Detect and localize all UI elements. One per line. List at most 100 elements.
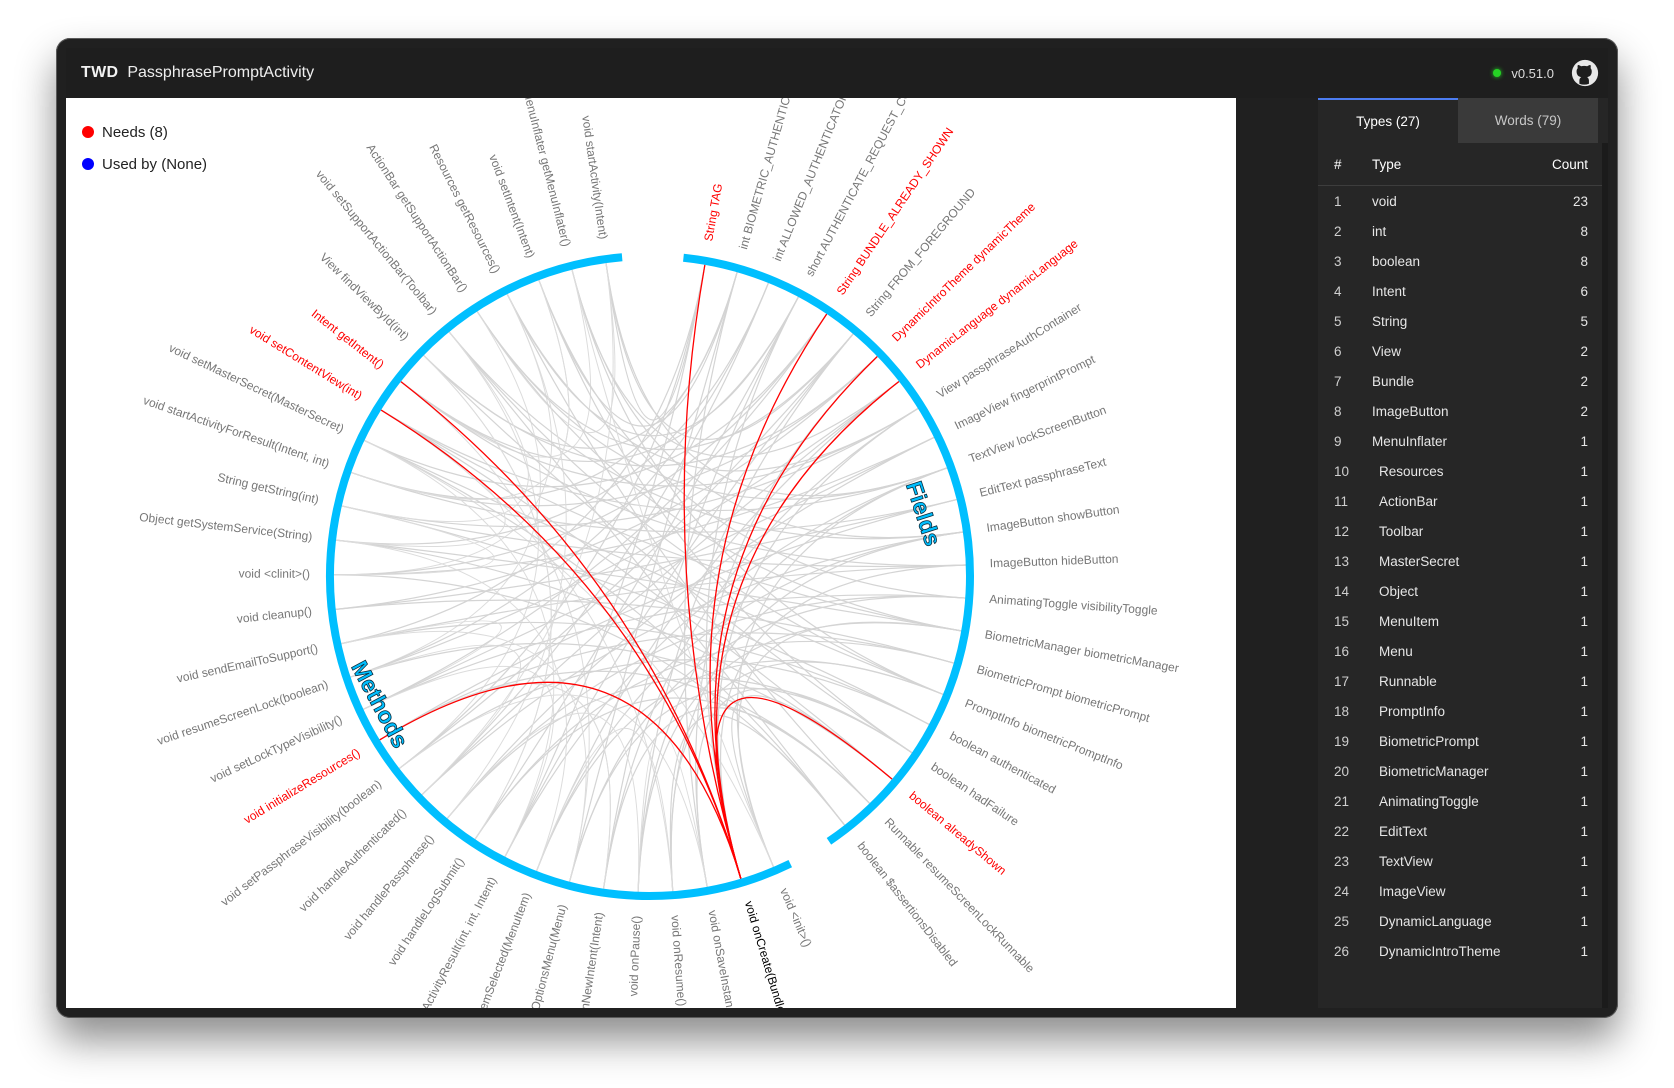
types-table-row[interactable]: 5 String 5 [1318, 306, 1608, 336]
types-table-row[interactable]: 11 ActionBar 1 [1318, 486, 1608, 516]
graph-node-label[interactable]: String FROM_FOREGROUND [863, 185, 979, 319]
row-number: 13 [1334, 553, 1350, 569]
dependency-edge [476, 311, 854, 451]
row-type: void [1372, 193, 1397, 209]
graph-node-label[interactable]: View passphraseAuthContainer [934, 300, 1084, 401]
graph-node-label[interactable]: void onPause() [626, 915, 643, 996]
row-number: 9 [1334, 433, 1342, 449]
types-table-row[interactable]: 10 Resources 1 [1318, 456, 1608, 486]
row-count: 1 [1580, 943, 1588, 959]
graph-node-label[interactable]: void setSupportActionBar(Toolbar) [313, 167, 440, 317]
row-type: BiometricManager [1379, 763, 1489, 779]
graph-node-label[interactable]: void <clinit>() [239, 567, 310, 581]
row-type: ImageView [1379, 883, 1446, 899]
graph-node-label[interactable]: void startActivity(Intent) [579, 115, 610, 240]
row-count: 1 [1580, 823, 1588, 839]
types-table-row[interactable]: 17 Runnable 1 [1318, 666, 1608, 696]
types-table-row[interactable]: 24 ImageView 1 [1318, 876, 1608, 906]
graph-node-label[interactable]: void onCreate(Bundle) [742, 899, 790, 1008]
graph-node-label[interactable]: BiometricManager biometricManager [984, 627, 1180, 675]
row-count: 1 [1580, 463, 1588, 479]
row-count: 1 [1580, 583, 1588, 599]
dependency-graph[interactable]: void startActivity(Intent)MenuInflater g… [66, 98, 1236, 1008]
row-type: Resources [1379, 463, 1444, 479]
row-number: 18 [1334, 703, 1350, 719]
graph-node-label[interactable]: ImageButton showButton [986, 502, 1121, 535]
row-type: Object [1379, 583, 1419, 599]
graph-node-label[interactable]: ImageButton hideButton [990, 552, 1119, 570]
graph-node-label[interactable]: boolean $assertionsDisabled [854, 839, 960, 969]
row-number: 14 [1334, 583, 1350, 599]
header-num[interactable]: # [1318, 157, 1372, 172]
header-type[interactable]: Type [1372, 157, 1528, 172]
tab-words[interactable]: Words (79) [1458, 98, 1598, 143]
dependency-edge [398, 264, 706, 769]
types-table-row[interactable]: 14 Object 1 [1318, 576, 1608, 606]
row-type: PromptInfo [1379, 703, 1446, 719]
row-number: 20 [1334, 763, 1350, 779]
dependency-edge [536, 728, 674, 892]
row-type: Intent [1372, 283, 1406, 299]
row-number: 10 [1334, 463, 1350, 479]
graph-node-label[interactable]: void onResume() [668, 915, 689, 1007]
types-table-row[interactable]: 2 int 8 [1318, 216, 1608, 246]
types-table-row[interactable]: 3 boolean 8 [1318, 246, 1608, 276]
dependency-edge [448, 331, 944, 695]
graph-canvas[interactable]: Needs (8) Used by (None) void startActiv… [66, 98, 1236, 1008]
graph-node-label[interactable]: void sendEmailToSupport() [175, 641, 319, 686]
graph-node-label[interactable]: AnimatingToggle visibilityToggle [989, 592, 1159, 618]
types-table-row[interactable]: 6 View 2 [1318, 336, 1608, 366]
row-count: 1 [1580, 553, 1588, 569]
types-table-row[interactable]: 4 Intent 6 [1318, 276, 1608, 306]
types-table-row[interactable]: 7 Bundle 2 [1318, 366, 1608, 396]
graph-node-label[interactable]: ActionBar getSupportActionBar() [364, 141, 471, 294]
graph-node-label[interactable]: String TAG [701, 182, 725, 242]
tab-types[interactable]: Types (27) [1318, 98, 1458, 143]
row-count: 5 [1580, 313, 1588, 329]
types-table-row[interactable]: 8 ImageButton 2 [1318, 396, 1608, 426]
row-count: 1 [1580, 703, 1588, 719]
row-count: 1 [1580, 763, 1588, 779]
types-table-row[interactable]: 1 void 23 [1318, 186, 1608, 216]
row-number: 12 [1334, 523, 1350, 539]
types-table-row[interactable]: 16 Menu 1 [1318, 636, 1608, 666]
header-count[interactable]: Count [1528, 157, 1608, 172]
types-table-row[interactable]: 26 DynamicIntroTheme 1 [1318, 936, 1608, 966]
graph-node-label[interactable]: String getString(int) [216, 470, 320, 507]
app-brand: TWD [81, 64, 119, 81]
types-table-row[interactable]: 18 PromptInfo 1 [1318, 696, 1608, 726]
graph-node-label[interactable]: void onSaveInstanceState(Bundle) [705, 909, 752, 1008]
row-count: 2 [1580, 373, 1588, 389]
graph-node-label[interactable]: MenuInflater getMenuInflater() [520, 98, 573, 248]
row-number: 11 [1334, 493, 1349, 509]
types-table-row[interactable]: 20 BiometricManager 1 [1318, 756, 1608, 786]
row-type: Menu [1379, 643, 1413, 659]
panel-scrollbar[interactable] [1602, 143, 1608, 1008]
graph-labels: void startActivity(Intent)MenuInflater g… [139, 98, 1180, 1008]
row-number: 26 [1334, 943, 1350, 959]
graph-node-label[interactable]: void handleAuthenticated() [296, 806, 409, 915]
window-title: PassphrasePromptActivity [127, 64, 315, 81]
dependency-edge [476, 263, 616, 434]
dependency-edge [536, 380, 900, 872]
types-table-row[interactable]: 15 MenuItem 1 [1318, 606, 1608, 636]
types-table-row[interactable]: 21 AnimatingToggle 1 [1318, 786, 1608, 816]
github-icon[interactable] [1570, 58, 1600, 88]
graph-node-label[interactable]: void onNewIntent(Intent) [573, 911, 606, 1008]
types-table-row[interactable]: 13 MasterSecret 1 [1318, 546, 1608, 576]
graph-node-label[interactable]: void setIntent(Intent) [486, 153, 538, 260]
graph-node-label[interactable]: EditText passphraseText [978, 455, 1108, 500]
row-number: 21 [1334, 793, 1350, 809]
types-table-row[interactable]: 19 BiometricPrompt 1 [1318, 726, 1608, 756]
graph-node-label[interactable]: Object getSystemService(String) [139, 510, 314, 544]
types-table-row[interactable]: 22 EditText 1 [1318, 816, 1608, 846]
graph-node-label[interactable]: void <init>() [777, 886, 814, 949]
types-table-row[interactable]: 12 Toolbar 1 [1318, 516, 1608, 546]
row-type: Bundle [1372, 373, 1415, 389]
types-table-row[interactable]: 23 TextView 1 [1318, 846, 1608, 876]
row-number: 4 [1334, 283, 1342, 299]
graph-node-label[interactable]: void cleanup() [236, 604, 312, 626]
graph-edges [333, 262, 966, 892]
types-table-row[interactable]: 25 DynamicLanguage 1 [1318, 906, 1608, 936]
types-table-row[interactable]: 9 MenuInflater 1 [1318, 426, 1608, 456]
